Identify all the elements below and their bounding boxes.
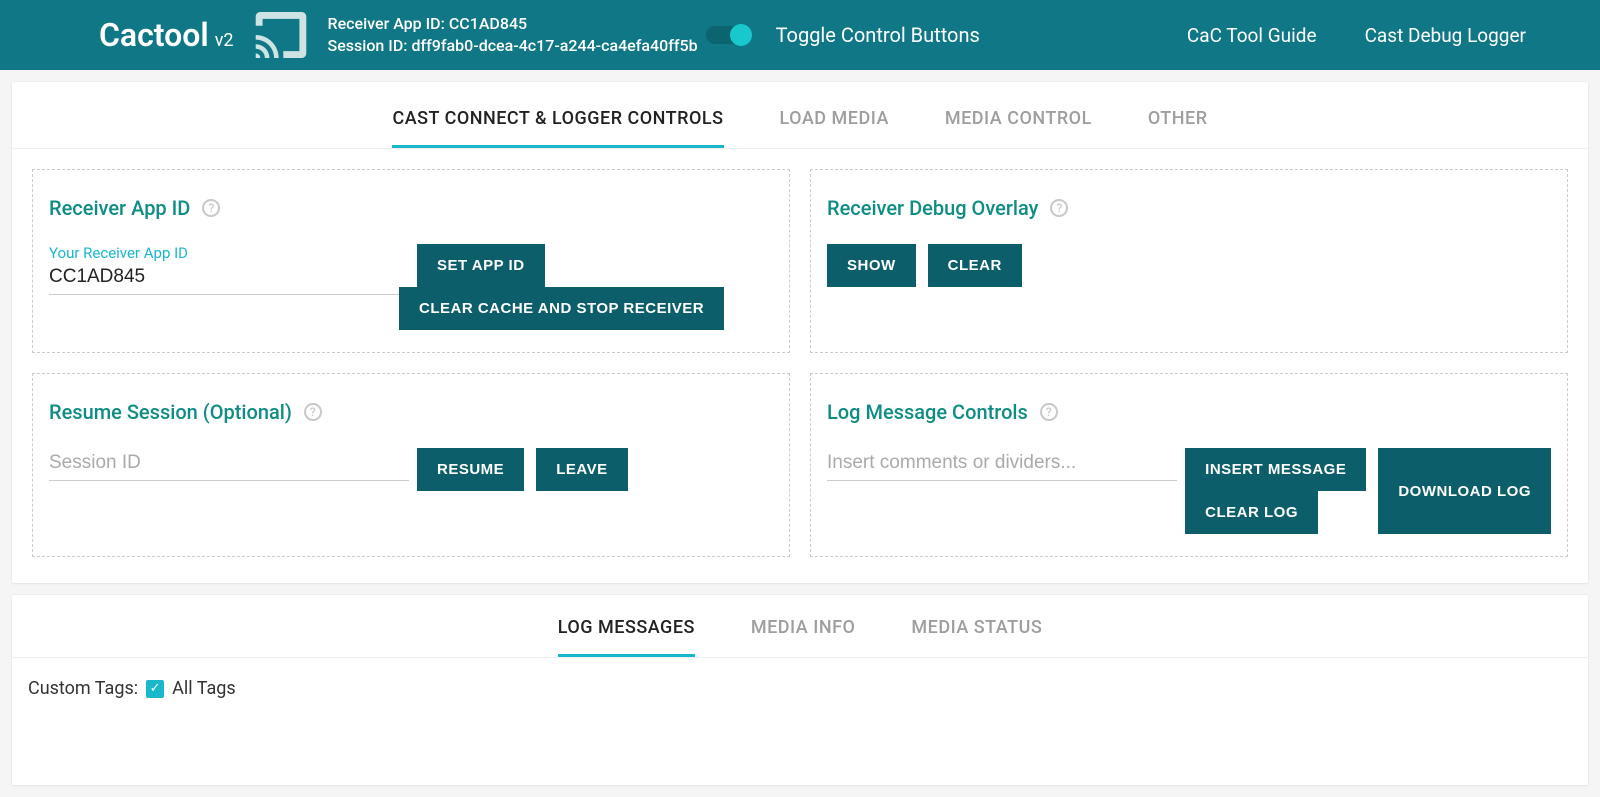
download-log-button[interactable]: DOWNLOAD LOG: [1378, 448, 1551, 534]
toggle-control-buttons-label: Toggle Control Buttons: [776, 23, 980, 47]
panel-title-debug-overlay: Receiver Debug Overlay: [827, 196, 1038, 220]
receiver-app-id-label: Receiver App ID:: [328, 14, 445, 33]
all-tags-label: All Tags: [172, 678, 236, 699]
cast-icon[interactable]: [252, 12, 310, 58]
panel-receiver-app-id: Receiver App ID ? Your Receiver App ID S…: [32, 169, 790, 353]
brand: Cactool v2: [99, 16, 234, 54]
session-ids: Receiver App ID: CC1AD845 Session ID: df…: [328, 13, 698, 56]
tab-media-control[interactable]: MEDIA CONTROL: [945, 108, 1092, 148]
tab-media-status[interactable]: MEDIA STATUS: [911, 617, 1042, 657]
session-id-value: dff9fab0-dcea-4c17-a244-ca4efa40ff5b: [411, 36, 697, 55]
link-cast-debug-logger[interactable]: Cast Debug Logger: [1365, 24, 1526, 47]
clear-cache-stop-receiver-button[interactable]: CLEAR CACHE AND STOP RECEIVER: [399, 287, 724, 330]
clear-overlay-button[interactable]: CLEAR: [928, 244, 1022, 287]
insert-message-button[interactable]: INSERT MESSAGE: [1185, 448, 1366, 491]
panel-title-resume-session: Resume Session (Optional): [49, 400, 292, 424]
log-card: LOG MESSAGES MEDIA INFO MEDIA STATUS Cus…: [12, 595, 1588, 785]
brand-sub: v2: [215, 30, 234, 51]
control-tabs: CAST CONNECT & LOGGER CONTROLS LOAD MEDI…: [12, 82, 1588, 149]
tab-other[interactable]: OTHER: [1148, 108, 1208, 148]
clear-log-button[interactable]: CLEAR LOG: [1185, 491, 1318, 534]
panel-resume-session: Resume Session (Optional) ? RESUME LEAVE: [32, 373, 790, 557]
help-icon[interactable]: ?: [1050, 199, 1068, 217]
help-icon[interactable]: ?: [202, 199, 220, 217]
tab-load-media[interactable]: LOAD MEDIA: [780, 108, 889, 148]
all-tags-checkbox[interactable]: ✓: [146, 680, 164, 698]
custom-tags-label: Custom Tags:: [28, 678, 138, 699]
set-app-id-button[interactable]: SET APP ID: [417, 244, 545, 287]
receiver-app-id-value: CC1AD845: [449, 14, 527, 33]
session-id-label: Session ID:: [328, 36, 408, 55]
panel-receiver-debug-overlay: Receiver Debug Overlay ? SHOW CLEAR: [810, 169, 1568, 353]
leave-button[interactable]: LEAVE: [536, 448, 627, 491]
help-icon[interactable]: ?: [1040, 403, 1058, 421]
tab-cast-connect[interactable]: CAST CONNECT & LOGGER CONTROLS: [392, 108, 723, 148]
session-id-input[interactable]: [49, 448, 409, 481]
panel-title-log-controls: Log Message Controls: [827, 400, 1028, 424]
help-icon[interactable]: ?: [304, 403, 322, 421]
panel-title-receiver-app-id: Receiver App ID: [49, 196, 190, 220]
brand-title: Cactool: [99, 16, 209, 54]
app-header: Cactool v2 Receiver App ID: CC1AD845 Ses…: [0, 0, 1600, 70]
resume-button[interactable]: RESUME: [417, 448, 524, 491]
toggle-control-buttons-switch[interactable]: [706, 26, 750, 44]
show-overlay-button[interactable]: SHOW: [827, 244, 916, 287]
tab-log-messages[interactable]: LOG MESSAGES: [558, 617, 695, 657]
log-message-input[interactable]: [827, 448, 1177, 481]
controls-card: CAST CONNECT & LOGGER CONTROLS LOAD MEDI…: [12, 82, 1588, 583]
receiver-app-id-field-label: Your Receiver App ID: [49, 244, 409, 262]
log-tabs: LOG MESSAGES MEDIA INFO MEDIA STATUS: [12, 595, 1588, 658]
tab-media-info[interactable]: MEDIA INFO: [751, 617, 856, 657]
panel-log-message-controls: Log Message Controls ? INSERT MESSAGE CL…: [810, 373, 1568, 557]
link-cac-tool-guide[interactable]: CaC Tool Guide: [1187, 24, 1317, 47]
receiver-app-id-input[interactable]: [49, 262, 409, 295]
